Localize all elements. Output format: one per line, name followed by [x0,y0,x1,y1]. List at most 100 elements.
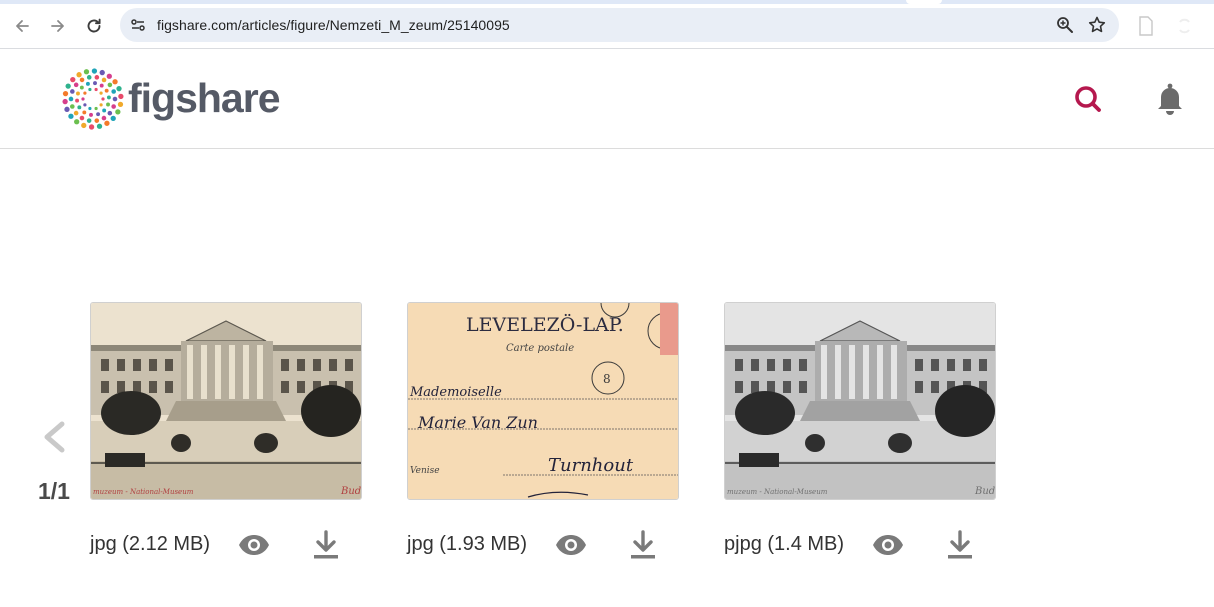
logo-dot [102,108,107,113]
bookmark-star-icon[interactable] [1087,15,1107,35]
logo-dot [70,76,76,83]
logo-dot [101,115,107,121]
logo-dot [62,90,69,97]
download-icon[interactable] [630,530,656,560]
logo-dot [86,118,92,123]
logo-dot [106,102,110,107]
logo-dot [76,91,80,96]
logo-dot [96,123,103,129]
profile-icon[interactable] [1174,16,1194,36]
browser-toolbar: figshare.com/articles/figure/Nemzeti_M_z… [0,4,1214,49]
logo-dot [115,109,121,115]
logo-dot [110,115,116,122]
logo-dot [99,69,105,76]
logo-dot [75,98,80,103]
logo-dot [62,98,68,105]
address-line-1: Mademoiselle [409,385,502,400]
image-thumbnail[interactable]: muzeum - National-Museum Bud [724,302,996,500]
download-icon[interactable] [947,530,973,560]
logo-dot [93,81,97,86]
logo-dot [76,72,82,78]
logo-dot [77,105,82,110]
logo-dot [99,83,104,88]
image-thumbnail[interactable]: muzeum - National-Museum Bud [90,302,362,500]
logo-dot [88,106,92,111]
logo-dot [73,82,79,88]
logo-dot [96,112,101,117]
file-type-size: jpg (1.93 MB) [407,533,528,555]
image-thumbnail[interactable]: LEVELEZÖ-LAP. Carte postale 8 Mademoisel… [407,302,679,500]
preview-eye-icon[interactable] [872,533,904,557]
logo-dot [79,77,85,83]
logo-dot [65,83,71,89]
search-icon[interactable] [1073,84,1103,114]
logo-dot [74,119,80,125]
logo-dot [79,85,84,90]
logo-dot [88,87,92,92]
address-line-3: Turnhout [548,455,634,476]
forward-arrow-icon[interactable] [44,12,72,40]
logo-dot [106,95,111,100]
logo-dot [101,97,105,101]
logo-dot [111,89,116,94]
address-line-4: Venise [410,466,440,476]
logo-dot [83,103,87,107]
page-indicator: 1/1 [38,478,70,504]
logo-dot [117,101,124,108]
logo-dot [64,106,70,112]
logo-dot [106,73,112,79]
logo-dot [107,82,113,88]
site-info-icon[interactable] [128,15,148,35]
logo-dot [99,103,103,107]
logo-dot [116,86,122,92]
postcard-subheading: Carte postale [506,343,574,354]
logo-dot [81,122,87,129]
logo-dot [111,104,116,109]
figshare-logo-icon[interactable] [62,68,124,130]
logo-dot [86,75,92,80]
logo-dot [94,75,100,80]
logo-dot [94,106,98,111]
logo-dot [104,88,109,93]
logo-dot [99,91,103,95]
caption-right: Bud [974,486,995,497]
svg-text:8: 8 [603,372,611,386]
preview-eye-icon[interactable] [238,533,270,557]
reload-icon[interactable] [80,12,108,40]
site-header: figshare [0,49,1214,149]
logo-dot [79,115,85,121]
file-type-size: pjpg (1.4 MB) [724,533,845,555]
previous-arrow-icon[interactable] [40,420,68,454]
logo-dot [68,96,74,102]
zoom-icon[interactable] [1055,15,1075,35]
logo-dot [101,77,107,83]
download-icon[interactable] [313,530,339,560]
logo-dot [70,104,75,109]
notification-bell-icon[interactable] [1154,82,1186,116]
logo-dot [83,69,90,75]
back-arrow-icon[interactable] [8,12,36,40]
logo-dot [112,79,118,85]
logo-dot [81,97,85,101]
caption-left: muzeum - National-Museum [93,488,194,496]
caption-left: muzeum - National-Museum [727,488,828,496]
logo-dot [88,124,95,130]
postcard-heading: LEVELEZÖ-LAP. [466,313,624,336]
logo-dot [82,110,87,115]
address-line-2: Marie Van Zun [417,413,538,432]
logo-dot [94,87,98,92]
logo-dot [118,93,124,100]
logo-dot [112,96,118,102]
logo-dot [89,112,93,117]
logo-dot [107,110,113,116]
url-text[interactable]: figshare.com/articles/figure/Nemzeti_M_z… [157,17,510,33]
file-type-size: jpg (2.12 MB) [90,533,211,555]
preview-eye-icon[interactable] [555,533,587,557]
logo-dot [68,113,74,119]
extension-icon[interactable] [1137,16,1155,36]
caption-right: Bud [340,486,361,497]
logo-text[interactable]: figshare [128,75,280,122]
logo-dot [70,89,75,94]
address-bar[interactable]: figshare.com/articles/figure/Nemzeti_M_z… [120,8,1119,42]
logo-dot [83,91,87,95]
